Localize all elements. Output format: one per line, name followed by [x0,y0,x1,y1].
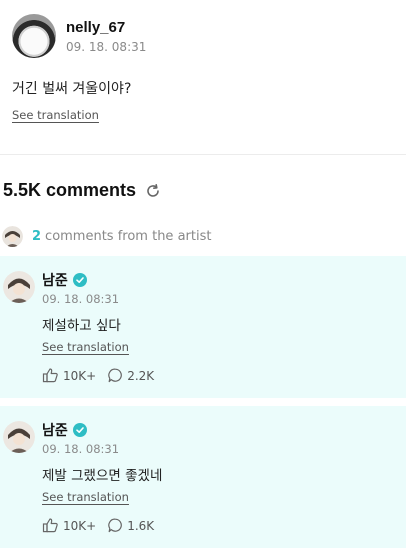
comment-author-avatar[interactable] [3,421,35,453]
comment-author-avatar[interactable] [3,271,35,303]
like-icon [42,368,58,383]
artist-comments-filter[interactable]: 2 comments from the artist [2,226,211,247]
artist-comments-label: comments from the artist [45,229,212,244]
like-count: 10K+ [63,518,97,533]
comment-text: 제설하고 싶다 [42,318,121,334]
post-meta: nelly_67 09. 18. 08:31 [66,19,146,54]
like-button[interactable]: 10K+ [42,518,96,533]
comment-time: 09. 18. 08:31 [42,292,120,306]
comment-text: 제발 그랬으면 좋겠네 [42,468,163,484]
artist-comments-count: 2 [32,229,42,244]
artist-comment: 남준 09. 18. 08:31 제발 그랬으면 좋겠네 See transla… [0,406,406,548]
reply-button[interactable]: 1.6K [108,518,154,533]
reply-count: 1.6K [127,518,155,533]
post-body: 거긴 벌써 겨울이야? [12,81,132,97]
divider [0,154,406,155]
comment-author[interactable]: 남준 [42,420,87,440]
comment-actions: 10K+ 1.6K [42,518,154,533]
artist-avatar [2,226,23,247]
post-time: 09. 18. 08:31 [66,39,147,54]
comment-actions: 10K+ 2.2K [42,368,154,383]
post-username[interactable]: nelly_67 [66,19,146,36]
post-author-avatar[interactable] [12,14,56,58]
comment-author[interactable]: 남준 [42,270,87,290]
post-header: nelly_67 09. 18. 08:31 [12,14,146,58]
comments-header: 5.5K comments [3,180,161,201]
artist-comment: 남준 09. 18. 08:31 제설하고 싶다 See translation… [0,256,406,398]
verified-badge-icon [72,273,87,287]
comment-author-name: 남준 [42,423,68,439]
reply-count: 2.2K [127,368,155,383]
verified-badge-icon [72,423,87,437]
comment-time: 09. 18. 08:31 [42,442,120,456]
post-see-translation-link[interactable]: See translation [12,108,99,122]
comment-see-translation-link[interactable]: See translation [42,490,129,504]
comment-author-name: 남준 [42,273,68,289]
reply-bubble-icon [108,368,123,383]
reply-bubble-icon [108,518,123,533]
refresh-icon[interactable] [145,183,161,199]
comments-count: 5.5K comments [3,180,137,200]
reply-button[interactable]: 2.2K [108,368,154,383]
comment-see-translation-link[interactable]: See translation [42,340,129,354]
like-icon [42,518,58,533]
like-count: 10K+ [63,368,97,383]
like-button[interactable]: 10K+ [42,368,96,383]
